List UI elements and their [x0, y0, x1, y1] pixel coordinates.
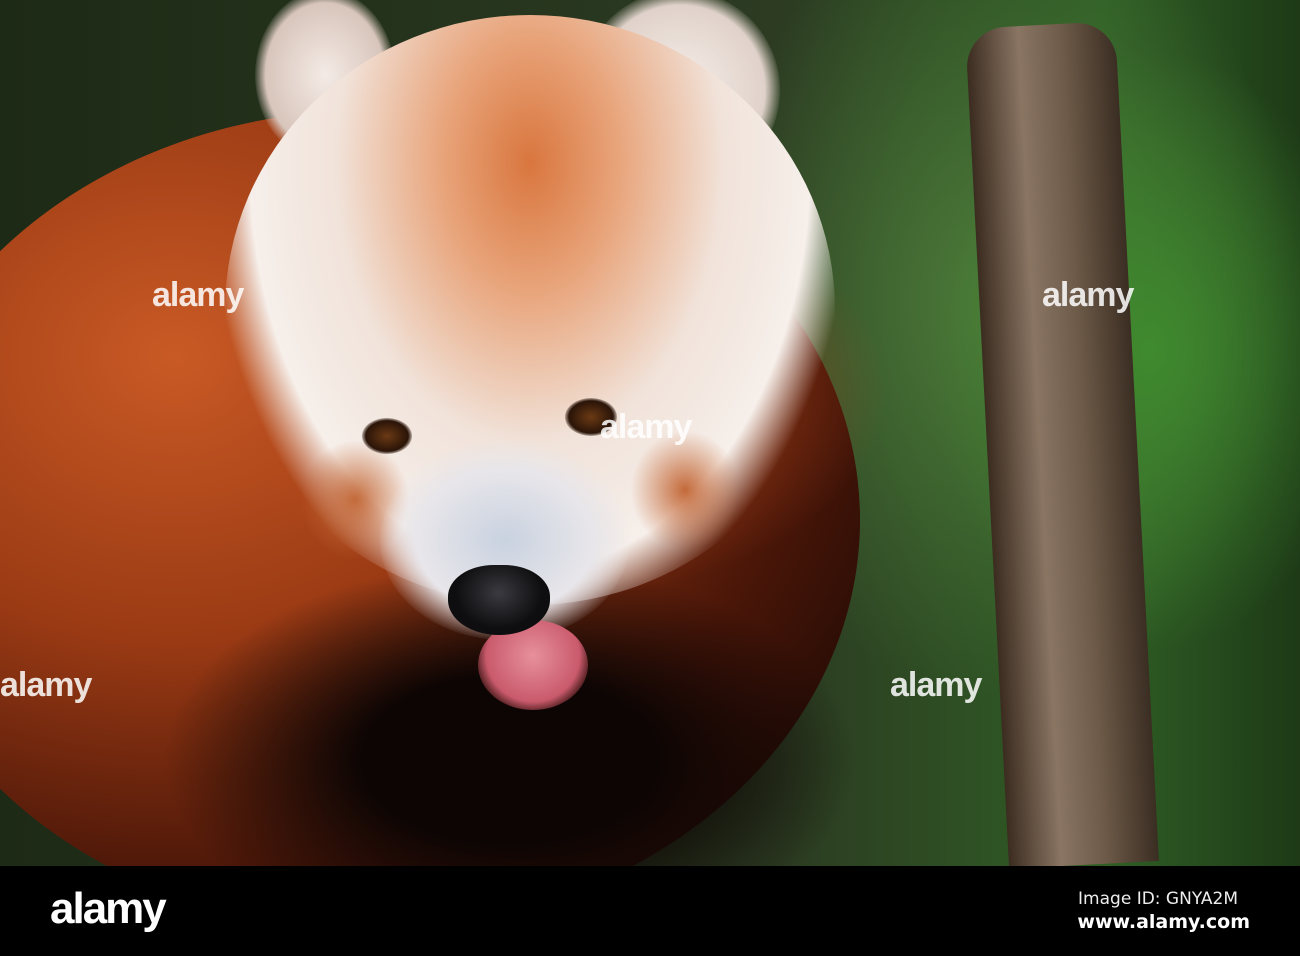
- website-link[interactable]: www.alamy.com: [1077, 911, 1250, 933]
- photo: alamy alamy alamy alamy alamy: [0, 0, 1300, 866]
- panda-eye-left: [362, 418, 412, 454]
- panda-nose: [448, 565, 550, 635]
- watermark: alamy: [600, 408, 692, 446]
- watermark: alamy: [152, 276, 244, 314]
- alamy-logo: alamy: [50, 884, 167, 933]
- watermark: alamy: [0, 666, 92, 704]
- image-id: Image ID: GNYA2M: [1078, 889, 1238, 909]
- watermark: alamy: [890, 666, 982, 704]
- branch: [965, 21, 1159, 866]
- watermark: alamy: [1042, 276, 1134, 314]
- panda-cheek-right: [630, 430, 740, 550]
